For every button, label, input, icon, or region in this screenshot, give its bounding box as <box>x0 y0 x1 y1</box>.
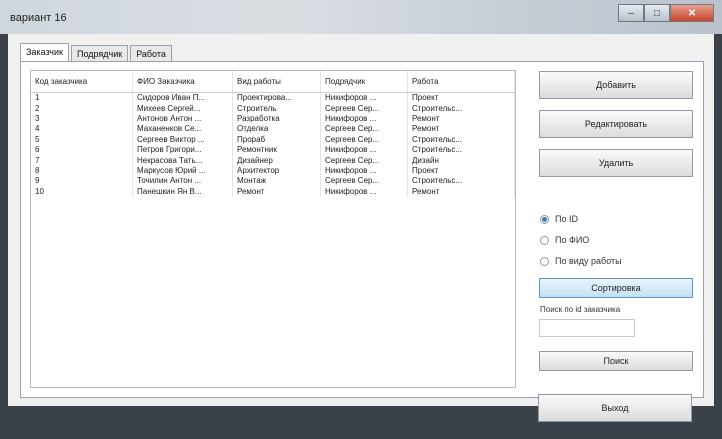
cell-contractor: Сергеев Сер... <box>321 176 408 187</box>
cell-contractor: Сергеев Сер... <box>321 124 408 135</box>
cell-work-type: Прораб <box>233 134 321 145</box>
cell-contractor: Никифоров ... <box>321 144 408 156</box>
cell-work: Строительс... <box>408 134 515 145</box>
radio-unchecked-icon <box>540 256 549 266</box>
cell-work: Проект <box>408 165 515 177</box>
table-row[interactable]: 2 Михеев Сергей... Строитель Сергеев Сер...… <box>31 103 515 114</box>
radio-label: По ФИО <box>555 235 590 245</box>
app-window: вариант 16 – □ ✕ Заказчик Подрядчик Рабо… <box>0 0 722 439</box>
cell-customer-id: 4 <box>31 124 133 135</box>
title-bar[interactable]: вариант 16 – □ ✕ <box>0 0 722 34</box>
cell-work-type: Архитектор <box>233 165 321 177</box>
sort-by-name-radio[interactable]: По ФИО <box>540 235 589 245</box>
cell-customer-name: Точилин Антон ... <box>133 176 233 187</box>
cell-work: Ремонт <box>408 124 515 135</box>
search-label: Поиск по id заказчика <box>540 305 621 314</box>
delete-button[interactable]: Удалить <box>539 149 693 177</box>
radio-unchecked-icon <box>540 235 549 245</box>
cell-work-type: Строитель <box>233 103 321 114</box>
cell-work: Ремонт <box>408 186 515 197</box>
close-button[interactable]: ✕ <box>670 4 714 22</box>
cell-customer-id: 9 <box>31 176 133 187</box>
cell-work-type: Ремонт <box>233 186 321 197</box>
cell-customer-id: 6 <box>31 144 133 156</box>
search-input[interactable] <box>539 319 635 337</box>
cell-customer-id: 1 <box>31 93 133 104</box>
radio-label: По ID <box>555 214 578 224</box>
cell-customer-name: Панешкин Ян В... <box>133 186 233 197</box>
client-area: Заказчик Подрядчик Работа Код заказчика … <box>8 34 714 406</box>
grid-header: Код заказчика ФИО Заказчика Вид работы П… <box>31 71 515 93</box>
column-header-customer-id[interactable]: Код заказчика <box>31 71 133 92</box>
exit-button[interactable]: Выход <box>538 394 692 422</box>
cell-customer-name: Петров Григори... <box>133 144 233 156</box>
minimize-button[interactable]: – <box>618 4 644 22</box>
cell-work-type: Разработка <box>233 113 321 125</box>
tab-contractors[interactable]: Подрядчик <box>70 45 129 61</box>
cell-customer-id: 7 <box>31 155 133 166</box>
maximize-button[interactable]: □ <box>644 4 670 22</box>
table-row[interactable]: 4 Маханенков Се... Отделка Сергеев Сер... Ре… <box>31 124 515 135</box>
tab-customers[interactable]: Заказчик <box>20 43 69 61</box>
cell-customer-name: Маханенков Се... <box>133 124 233 135</box>
tab-panel-customers: Код заказчика ФИО Заказчика Вид работы П… <box>20 61 704 398</box>
cell-work: Дизайн <box>408 155 515 166</box>
cell-contractor: Сергеев Сер... <box>321 103 408 114</box>
cell-work: Проект <box>408 93 515 104</box>
table-row[interactable]: 10 Панешкин Ян В... Ремонт Никифоров ... Рем… <box>31 186 515 197</box>
cell-work: Ремонт <box>408 113 515 125</box>
table-row[interactable]: 1 Сидоров Иван П... Проектирова... Никифоро… <box>31 93 515 104</box>
cell-work-type: Проектирова... <box>233 93 321 104</box>
grid-body: 1 Сидоров Иван П... Проектирова... Никифоро… <box>31 93 515 197</box>
cell-work-type: Дизайнер <box>233 155 321 166</box>
window-title: вариант 16 <box>10 12 67 24</box>
cell-work-type: Монтаж <box>233 176 321 187</box>
cell-customer-id: 2 <box>31 103 133 114</box>
cell-customer-id: 10 <box>31 186 133 197</box>
edit-button[interactable]: Редактировать <box>539 110 693 138</box>
cell-customer-name: Маркусов Юрий ... <box>133 165 233 177</box>
cell-contractor: Сергеев Сер... <box>321 134 408 145</box>
cell-contractor: Сергеев Сер... <box>321 155 408 166</box>
customers-grid[interactable]: Код заказчика ФИО Заказчика Вид работы П… <box>30 70 516 388</box>
table-row[interactable]: 9 Точилин Антон ... Монтаж Сергеев Сер... Ст… <box>31 176 515 187</box>
table-row[interactable]: 7 Некрасова Тать... Дизайнер Сергеев Сер...… <box>31 155 515 166</box>
cell-contractor: Никифоров ... <box>321 186 408 197</box>
sort-by-id-radio[interactable]: По ID <box>540 214 578 224</box>
radio-checked-icon <box>540 214 549 224</box>
cell-customer-id: 8 <box>31 165 133 177</box>
cell-customer-name: Михеев Сергей... <box>133 103 233 114</box>
column-header-customer-name[interactable]: ФИО Заказчика <box>133 71 233 92</box>
tab-work[interactable]: Работа <box>130 45 172 61</box>
table-row[interactable]: 6 Петров Григори... Ремонтник Никифоров ...… <box>31 144 515 156</box>
cell-work: Строительс... <box>408 103 515 114</box>
cell-customer-name: Сидоров Иван П... <box>133 93 233 104</box>
search-button[interactable]: Поиск <box>539 351 693 371</box>
cell-customer-id: 5 <box>31 134 133 145</box>
cell-work-type: Отделка <box>233 124 321 135</box>
cell-contractor: Никифоров ... <box>321 165 408 177</box>
cell-customer-name: Сергеев Виктор ... <box>133 134 233 145</box>
cell-work: Строительс... <box>408 144 515 156</box>
cell-customer-id: 3 <box>31 113 133 125</box>
sort-button[interactable]: Сортировка <box>539 278 693 298</box>
table-row[interactable]: 8 Маркусов Юрий ... Архитектор Никифоров ..… <box>31 165 515 177</box>
add-button[interactable]: Добавить <box>539 71 693 99</box>
column-header-work-type[interactable]: Вид работы <box>233 71 321 92</box>
column-header-work[interactable]: Работа <box>408 71 515 92</box>
window-controls: – □ ✕ <box>618 4 714 22</box>
cell-contractor: Никифоров ... <box>321 113 408 125</box>
cell-customer-name: Антонов Антон ... <box>133 113 233 125</box>
table-row[interactable]: 3 Антонов Антон ... Разработка Никифоров ..… <box>31 113 515 125</box>
table-row[interactable]: 5 Сергеев Виктор ... Прораб Сергеев Сер... С… <box>31 134 515 145</box>
cell-contractor: Никифоров ... <box>321 93 408 104</box>
cell-customer-name: Некрасова Тать... <box>133 155 233 166</box>
cell-work-type: Ремонтник <box>233 144 321 156</box>
sort-by-work-type-radio[interactable]: По виду работы <box>540 256 622 266</box>
column-header-contractor[interactable]: Подрядчик <box>321 71 408 92</box>
cell-work: Строительс... <box>408 176 515 187</box>
radio-label: По виду работы <box>555 256 622 266</box>
